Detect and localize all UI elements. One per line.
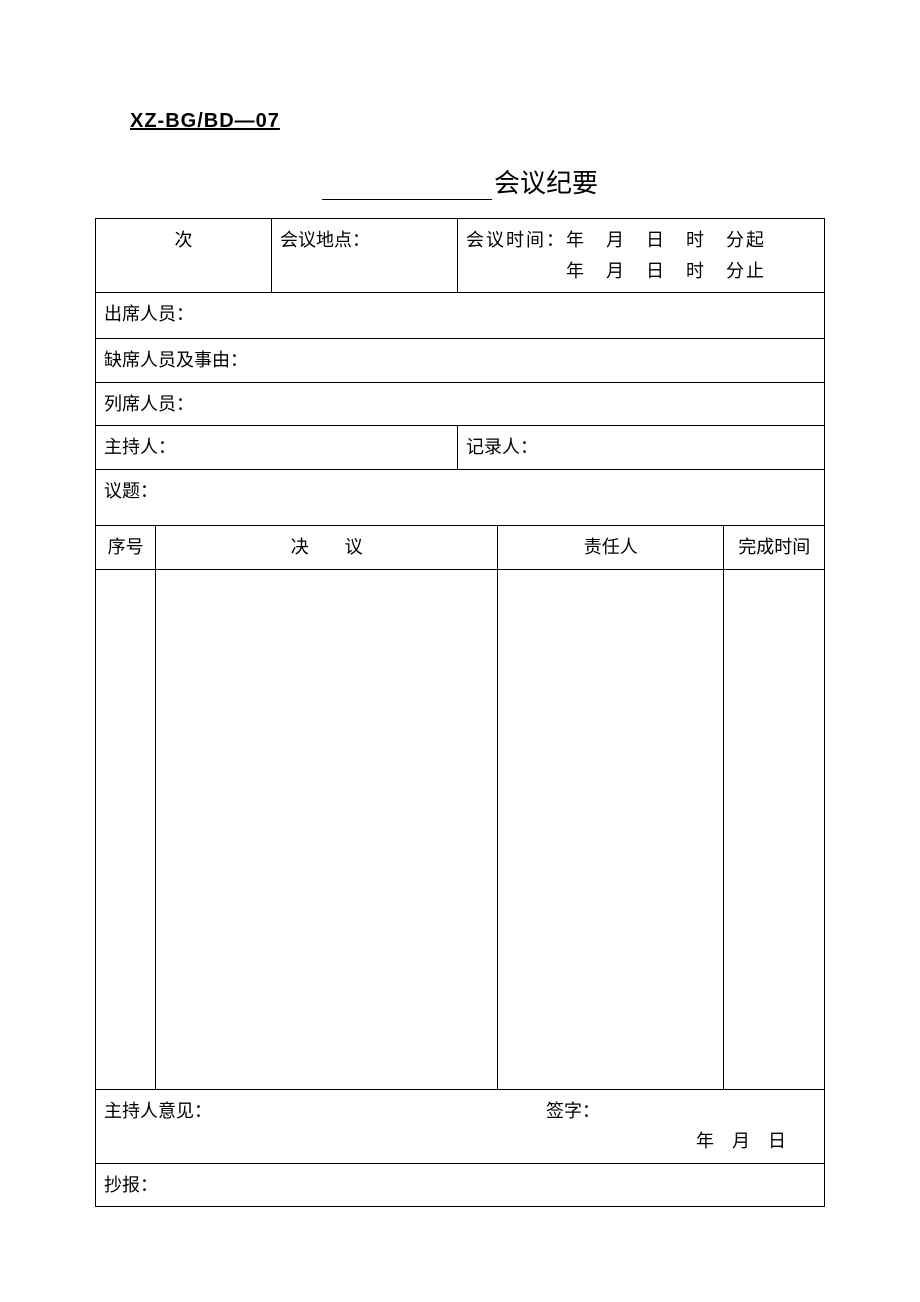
document-title: 会议纪要 xyxy=(95,163,825,200)
row-column-headers: 序号 决 议 责任人 完成时间 xyxy=(96,525,825,569)
cell-cc: 抄报： xyxy=(96,1163,825,1207)
col-seq: 序号 xyxy=(96,525,156,569)
cell-host-opinion: 主持人意见： 签字： 年 月 日 xyxy=(96,1089,825,1163)
recorder-label: 记录人： xyxy=(466,437,538,457)
location-label: 会议地点： xyxy=(280,230,370,250)
page: XZ-BG/BD—07 会议纪要 次 会议地点： 会议时间：年 月 日 时 分起… xyxy=(0,0,920,1267)
cell-recorder: 记录人： xyxy=(457,426,824,470)
col-resolution: 决 议 xyxy=(156,525,498,569)
col-owner: 责任人 xyxy=(498,525,724,569)
host-opinion-label: 主持人意见： xyxy=(104,1096,212,1127)
cell-resolution-body xyxy=(156,569,498,1089)
cell-topic: 议题： xyxy=(96,469,825,525)
row-attendees: 出席人员： xyxy=(96,293,825,339)
row-absentees: 缺席人员及事由： xyxy=(96,339,825,383)
topic-label: 议题： xyxy=(104,481,158,501)
cell-absentees: 缺席人员及事由： xyxy=(96,339,825,383)
time-line2: 年 月 日 时 分止 xyxy=(566,261,766,281)
time-label: 会议时间： xyxy=(466,230,566,250)
cell-seq-body xyxy=(96,569,156,1089)
row-resolution-body xyxy=(96,569,825,1089)
cell-session: 次 xyxy=(96,219,272,293)
row-topic: 议题： xyxy=(96,469,825,525)
cell-attendees: 出席人员： xyxy=(96,293,825,339)
cell-owner-body xyxy=(498,569,724,1089)
row-cc: 抄报： xyxy=(96,1163,825,1207)
row-host-recorder: 主持人： 记录人： xyxy=(96,426,825,470)
row-session-location-time: 次 会议地点： 会议时间：年 月 日 时 分起 会议时间：年 月 日 时 分止 xyxy=(96,219,825,293)
attendees-label: 出席人员： xyxy=(104,304,194,324)
cell-host: 主持人： xyxy=(96,426,458,470)
signature-date-line: 年 月 日 xyxy=(104,1126,816,1157)
nonvoting-label: 列席人员： xyxy=(104,394,194,414)
cell-location: 会议地点： xyxy=(271,219,457,293)
title-blank-line xyxy=(322,199,492,200)
host-label: 主持人： xyxy=(104,437,176,457)
meeting-form-table: 次 会议地点： 会议时间：年 月 日 时 分起 会议时间：年 月 日 时 分止 … xyxy=(95,218,825,1207)
row-host-opinion: 主持人意见： 签字： 年 月 日 xyxy=(96,1089,825,1163)
cell-deadline-body xyxy=(724,569,825,1089)
time-line1: 年 月 日 时 分起 xyxy=(566,230,766,250)
cell-nonvoting: 列席人员： xyxy=(96,382,825,426)
col-deadline: 完成时间 xyxy=(724,525,825,569)
signature-label: 签字： xyxy=(546,1096,816,1127)
title-suffix: 会议纪要 xyxy=(494,169,598,198)
document-code: XZ-BG/BD—07 xyxy=(130,110,825,133)
row-nonvoting: 列席人员： xyxy=(96,382,825,426)
cc-label: 抄报： xyxy=(104,1175,158,1195)
session-suffix: 次 xyxy=(174,230,192,250)
cell-time: 会议时间：年 月 日 时 分起 会议时间：年 月 日 时 分止 xyxy=(457,219,824,293)
absentees-label: 缺席人员及事由： xyxy=(104,350,248,370)
